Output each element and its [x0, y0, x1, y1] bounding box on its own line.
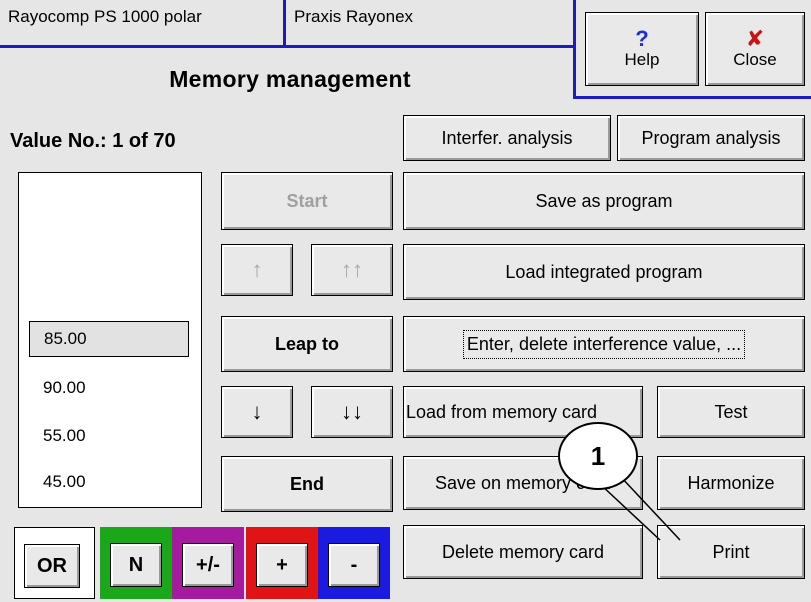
tab-praxis[interactable]: Praxis Rayonex	[286, 0, 573, 46]
page-title: Memory management	[169, 66, 411, 92]
delete-memory-card-label: Delete memory card	[441, 541, 605, 562]
value-counter: Value No.: 1 of 70	[10, 130, 176, 152]
list-item-label: 85.00	[44, 329, 87, 348]
leap-to-label: Leap to	[274, 333, 339, 354]
program-analysis-button[interactable]: Program analysis	[617, 115, 805, 161]
n-frame: N	[100, 527, 172, 599]
tab-rayocomp-label: Rayocomp PS 1000 polar	[8, 7, 202, 26]
plus-frame: +	[246, 527, 318, 599]
interfer-analysis-label: Interfer. analysis	[441, 127, 573, 148]
load-integrated-program-label: Load integrated program	[505, 261, 703, 282]
arrow-up-icon: ↑	[251, 257, 263, 282]
n-button[interactable]: N	[110, 543, 162, 587]
print-label: Print	[712, 541, 750, 562]
delete-memory-card-button[interactable]: Delete memory card	[403, 525, 643, 579]
step-up-button[interactable]: ↑	[221, 244, 293, 296]
save-as-program-label: Save as program	[535, 190, 673, 211]
start-button[interactable]: Start	[221, 172, 393, 230]
program-analysis-label: Program analysis	[641, 127, 781, 148]
list-item-label: 90.00	[43, 378, 86, 397]
plus-button[interactable]: +	[256, 543, 308, 587]
tab-praxis-label: Praxis Rayonex	[294, 7, 414, 26]
step-down-button[interactable]: ↓	[221, 386, 293, 438]
page-down-button[interactable]: ↓↓	[311, 386, 393, 438]
callout-number: 1	[590, 440, 606, 471]
plus-label: +	[276, 553, 288, 576]
enter-delete-interference-button[interactable]: Enter, delete interference value, ...	[403, 316, 805, 372]
list-item-label: 55.00	[43, 426, 86, 445]
list-item[interactable]: 45.00	[29, 465, 189, 501]
interfer-analysis-button[interactable]: Interfer. analysis	[403, 115, 611, 161]
list-item[interactable]: 55.00	[29, 419, 189, 455]
minus-button[interactable]: -	[328, 543, 380, 587]
print-button[interactable]: Print	[657, 525, 805, 579]
or-button[interactable]: OR	[24, 544, 80, 588]
tab-rayocomp[interactable]: Rayocomp PS 1000 polar	[0, 0, 280, 46]
save-as-program-button[interactable]: Save as program	[403, 172, 805, 230]
plus-minus-button[interactable]: +/-	[182, 543, 234, 587]
plus-minus-frame: +/-	[172, 527, 244, 599]
header-underline	[0, 45, 576, 48]
harmonize-button[interactable]: Harmonize	[657, 456, 805, 510]
or-label: OR	[37, 554, 67, 577]
value-list[interactable]: 85.00 90.00 55.00 45.00	[18, 172, 202, 508]
or-frame: OR	[14, 527, 95, 599]
enter-delete-interference-label: Enter, delete interference value, ...	[462, 329, 746, 359]
harmonize-label: Harmonize	[687, 472, 775, 493]
callout-badge: 1	[558, 422, 638, 490]
start-label: Start	[286, 190, 328, 211]
question-icon: ?	[635, 26, 649, 51]
double-arrow-up-icon: ↑↑	[341, 257, 363, 282]
load-from-memory-card-label: Load from memory card	[406, 401, 598, 422]
close-icon: ✘	[745, 26, 765, 51]
leap-to-button[interactable]: Leap to	[221, 316, 393, 372]
header-frame-bottom	[573, 96, 811, 99]
end-button[interactable]: End	[221, 456, 393, 512]
page-up-button[interactable]: ↑↑	[311, 244, 393, 296]
end-label: End	[290, 473, 324, 494]
minus-frame: -	[318, 527, 390, 599]
help-label: Help	[624, 50, 660, 69]
list-item[interactable]: 85.00	[29, 321, 189, 357]
minus-label: -	[350, 553, 358, 576]
plus-minus-label: +/-	[196, 553, 220, 576]
list-item[interactable]: 90.00	[29, 371, 189, 407]
test-label: Test	[714, 401, 748, 422]
test-button[interactable]: Test	[657, 386, 805, 438]
double-arrow-down-icon: ↓↓	[341, 399, 363, 424]
close-label: Close	[733, 50, 777, 69]
help-button[interactable]: ? Help	[585, 12, 699, 86]
close-button[interactable]: ✘ Close	[705, 12, 805, 86]
load-integrated-program-button[interactable]: Load integrated program	[403, 244, 805, 300]
arrow-down-icon: ↓	[251, 399, 263, 424]
n-label: N	[128, 553, 144, 576]
list-item-label: 45.00	[43, 472, 86, 491]
